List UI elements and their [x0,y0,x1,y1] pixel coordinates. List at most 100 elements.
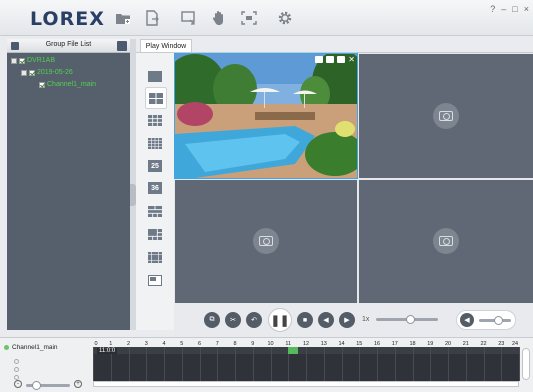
layout-4-icon [149,92,163,104]
lorex-player-window: LOREX ? – □ × Group File List DVR1AB 201… [0,0,533,392]
playback-controls: ⧉ ✂ ↶ ❚❚ ■ ◀ ▶ 1x ◀ [174,303,533,337]
video-cell-4[interactable] [359,180,533,303]
timeline-zoom: - + [14,380,82,390]
window-controls: ? – □ × [490,4,529,14]
timeline-channel-label: Channel1_main [12,344,58,351]
zoom-slider[interactable] [26,381,70,390]
collapse-toggle-icon[interactable] [21,69,27,76]
current-time-label: 11:0:0 [97,348,118,354]
timeline-hour-gridline [519,347,520,381]
tree-checkbox[interactable] [29,69,35,76]
zoom-slider-knob[interactable] [32,381,41,390]
timeline-horizontal-scrollbar[interactable] [93,381,519,387]
rewind-button[interactable]: ↶ [246,312,262,328]
tree-item-device[interactable]: DVR1AB [11,57,55,64]
snapshot-button[interactable]: ⧉ [204,312,220,328]
timeline-hour-gridline [270,347,272,381]
tree-checkbox[interactable] [39,81,45,88]
gear-icon[interactable] [276,10,294,26]
chat-icon[interactable] [315,56,324,63]
zoom-in-icon[interactable]: + [74,380,82,388]
layout-toolbar: 25 36 [136,53,174,330]
frame-back-button[interactable]: ◀ [318,312,334,328]
help-button[interactable]: ? [490,4,495,14]
layout-1-button[interactable] [146,68,164,84]
frame-forward-button[interactable]: ▶ [339,312,355,328]
folder-add-icon[interactable] [114,10,132,26]
file-export-icon[interactable] [143,10,161,26]
volume-control: ◀ [456,310,516,330]
layout-8-button[interactable] [146,203,164,219]
timeline-hour-gridline [341,347,343,381]
layout-9-icon [148,114,162,126]
tree-item-date[interactable]: 2019-05-26 [21,69,73,76]
speed-slider-knob[interactable] [406,315,416,324]
layout-6-button[interactable] [146,226,164,242]
tree-checkbox[interactable] [19,57,25,64]
layout-pip-icon [148,274,162,286]
tree-label: DVR1AB [27,57,56,64]
timeline-hour-gridline [181,347,183,381]
layout-13-icon [148,251,162,263]
timeline-hour-gridline [394,347,396,381]
empty-slot-icon[interactable] [14,367,19,372]
timeline-hour-gridline [377,347,378,381]
video-cell-3[interactable] [175,180,357,303]
speed-label: 1x [362,316,370,323]
trash-icon[interactable] [117,41,127,51]
video-cell-2[interactable] [359,54,533,178]
tree-label: Channel1_main [47,81,97,88]
stop-button[interactable]: ■ [297,312,313,328]
layout-16-button[interactable] [146,135,164,151]
clip-button[interactable]: ✂ [225,312,241,328]
tab-play-window[interactable]: Play Window [140,39,192,53]
timeline-hour-gridline [412,347,414,381]
timeline-hour-gridline [359,347,361,381]
recording-segment[interactable] [288,347,298,354]
speaker-icon[interactable]: ◀ [460,313,474,327]
layout-6-icon [148,228,162,240]
tree-item-channel[interactable]: Channel1_main [39,81,96,88]
layout-36-icon: 36 [148,182,162,194]
record-icon[interactable] [326,56,335,63]
panel-header: Group File List [7,39,130,53]
video-cell-1[interactable]: ✕ [165,50,368,179]
pause-button[interactable]: ❚❚ [268,308,292,332]
timeline-track[interactable] [93,347,520,381]
timeline-hour-gridline [430,347,432,381]
timeline-vertical-scrollbar[interactable] [522,348,530,380]
layout-9-button[interactable] [146,112,164,128]
group-file-panel: Group File List DVR1AB 2019-05-26 Channe… [7,39,130,330]
tab-label: Play Window [145,43,187,50]
timeline-panel: Channel1_main 0 1 2 3 4 5 6 7 8 9 10 11 12 13 14 15 16 17… [0,337,533,392]
maximize-button[interactable]: □ [512,4,517,14]
layout-25-icon: 25 [148,160,162,172]
timeline-hour-gridline [448,347,449,381]
zoom-out-icon[interactable]: - [14,380,22,388]
layout-4-button[interactable] [145,87,167,109]
close-button[interactable]: × [524,4,529,14]
close-icon[interactable]: ✕ [348,56,355,64]
pool-video-frame [165,50,368,178]
cell-toolbar: ✕ [315,56,355,64]
hand-icon[interactable] [210,10,228,26]
layout-8-icon [148,205,162,217]
timeline-hour-gridline [93,347,94,381]
layout-pip-button[interactable] [146,272,164,288]
layout-25-button[interactable]: 25 [146,158,164,174]
timeline-hour-gridline [501,347,503,381]
layout-13-button[interactable] [146,249,164,265]
top-toolbar: LOREX ? – □ × [0,0,533,36]
collapse-toggle-icon[interactable] [11,57,17,64]
layout-36-button[interactable]: 36 [146,180,164,196]
minimize-button[interactable]: – [501,4,506,14]
camera-icon[interactable] [337,56,346,63]
fit-screen-icon[interactable] [240,10,258,26]
speed-slider[interactable] [376,315,438,324]
volume-slider[interactable] [479,316,511,325]
window-export-icon[interactable] [180,10,198,26]
empty-slot-icon[interactable] [14,359,19,364]
volume-slider-knob[interactable] [494,316,504,325]
timeline-channel-row[interactable]: Channel1_main [4,344,58,351]
panel-title: Group File List [45,41,92,48]
